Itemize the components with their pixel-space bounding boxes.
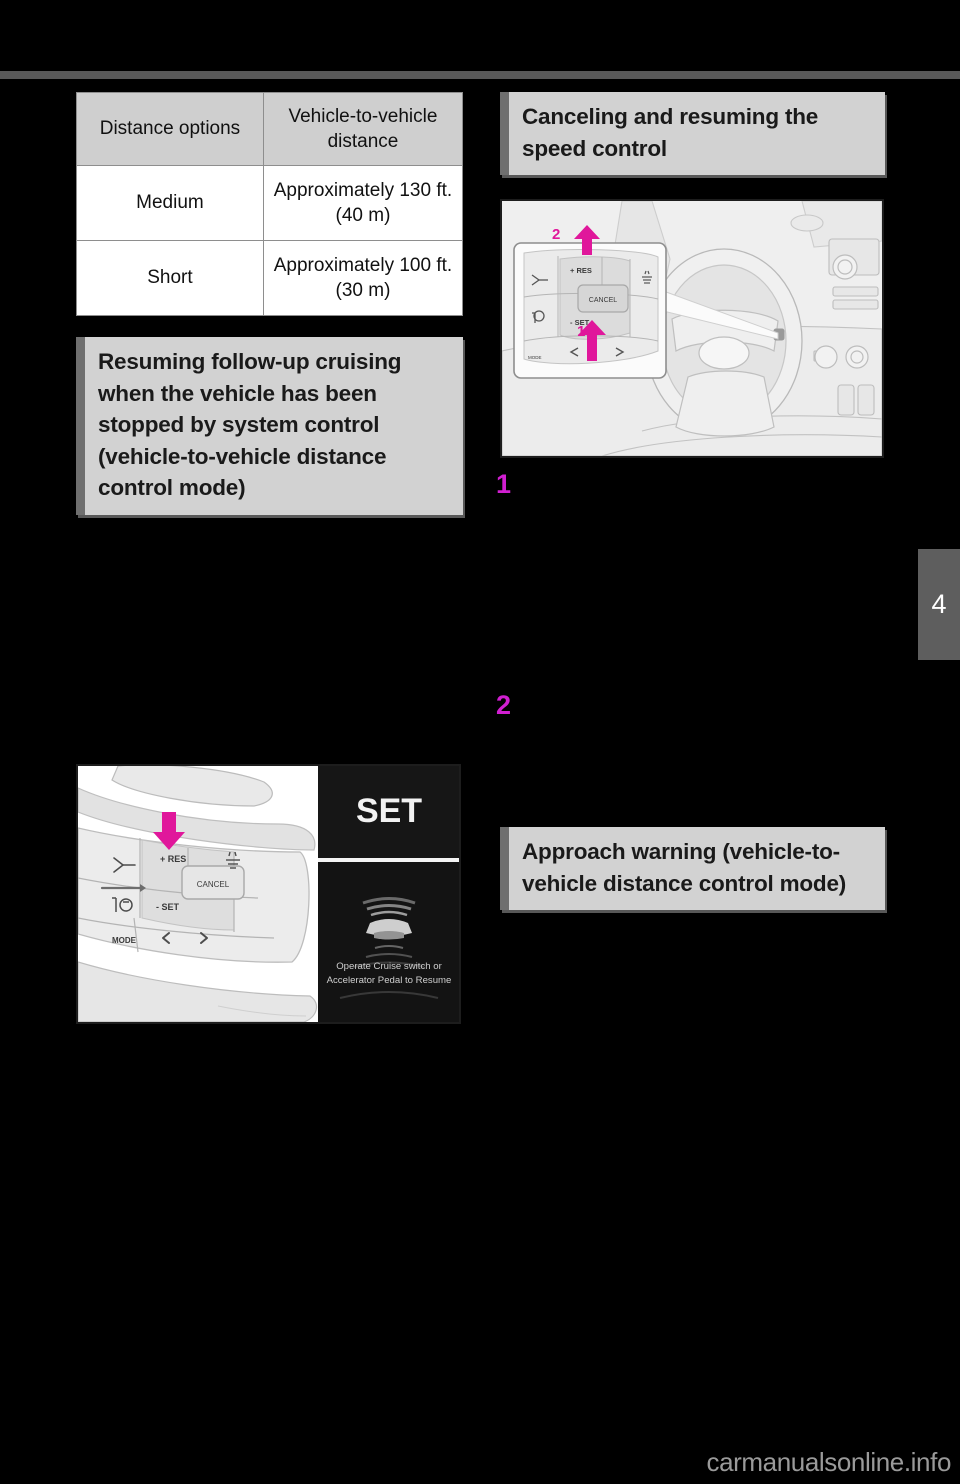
header-rule: [0, 71, 960, 79]
display-set-indicator: SET: [356, 792, 422, 830]
site-watermark: carmanualsonline.info: [706, 1447, 951, 1477]
callout-number-1: 1: [577, 323, 585, 340]
callout-number-2: 2: [552, 226, 560, 243]
multi-information-display: SET Operate Cruise switch or Accelerator…: [318, 766, 459, 1022]
table-header-vehicle-distance: Vehicle-to-vehicle distance: [262, 92, 464, 166]
section-heading-resuming-follow-up-cruising: Resuming follow-up cruising when the veh…: [76, 337, 463, 515]
set-button-label: - SET: [156, 902, 180, 912]
cell-distance-short: Approximately 100 ft. (30 m): [262, 240, 464, 316]
dashboard-cruise-switch-figure: CANCEL + RES - SET MODE 2 1: [500, 199, 884, 458]
table-row: Medium Approximately 130 ft. (40 m): [76, 165, 464, 241]
section-heading-label: Approach warning (vehicle-to-vehicle dis…: [522, 839, 847, 896]
inset-res-label: + RES: [570, 266, 592, 275]
section-heading-label: Canceling and resuming the speed control: [522, 104, 819, 161]
chapter-tab: 4: [918, 549, 960, 660]
distance-options-table: Distance options Vehicle-to-vehicle dist…: [76, 92, 464, 316]
steering-wheel-switch-figure: CANCEL + RES - SET MODE SET Operate Crui…: [76, 764, 461, 1024]
cell-option-medium: Medium: [76, 165, 264, 241]
table-header-row: Distance options Vehicle-to-vehicle dist…: [76, 92, 464, 166]
display-message-line-2: Accelerator Pedal to Resume: [327, 975, 452, 986]
inset-mode-label: MODE: [528, 355, 542, 360]
cancel-button-label: CANCEL: [197, 880, 230, 889]
step-number-1: 1: [496, 469, 512, 499]
cell-distance-medium: Approximately 130 ft. (40 m): [262, 165, 464, 241]
res-button-label: + RES: [160, 854, 186, 864]
table-row: Short Approximately 100 ft. (30 m): [76, 240, 464, 316]
manual-page: Distance options Vehicle-to-vehicle dist…: [0, 0, 960, 1484]
section-heading-canceling-and-resuming: Canceling and resuming the speed control: [500, 92, 885, 175]
dashboard-illustration: CANCEL + RES - SET MODE 2 1: [502, 201, 882, 456]
cell-option-short: Short: [76, 240, 264, 316]
step-number-2: 2: [496, 690, 512, 720]
section-heading-approach-warning: Approach warning (vehicle-to-vehicle dis…: [500, 827, 885, 910]
steering-wheel-illustration: CANCEL + RES - SET MODE SET Operate Crui…: [78, 766, 459, 1022]
mode-button-label: MODE: [112, 936, 137, 945]
chapter-tab-number: 4: [931, 589, 947, 619]
display-message-line-1: Operate Cruise switch or: [336, 961, 442, 972]
section-heading-label: Resuming follow-up cruising when the veh…: [98, 349, 402, 500]
table-header-distance-options: Distance options: [76, 92, 264, 166]
